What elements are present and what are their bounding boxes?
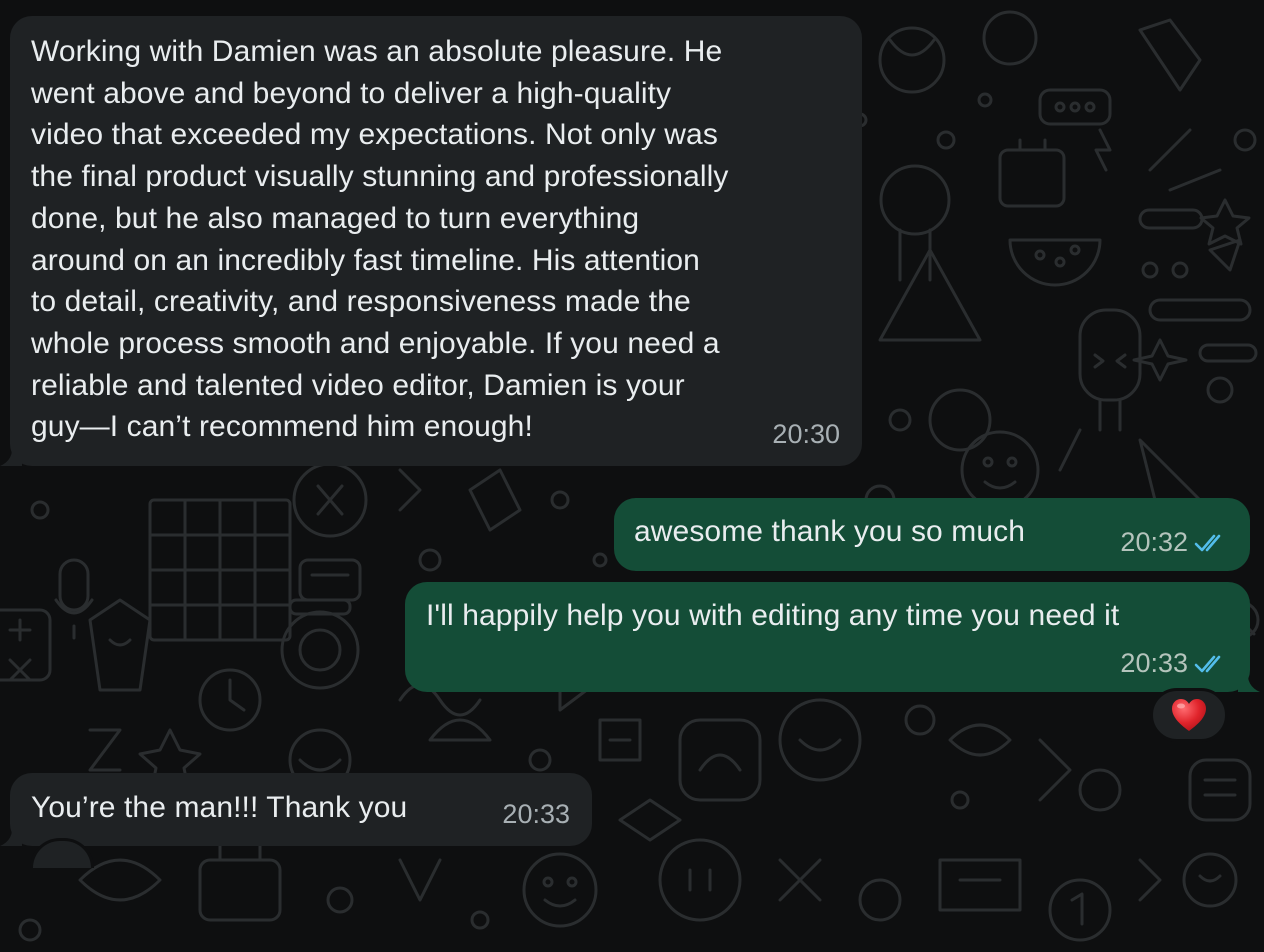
message-text: I'll happily help you with editing any t… — [426, 599, 1120, 632]
heart-icon — [1172, 699, 1206, 731]
message-meta: 20:32 — [1120, 522, 1228, 564]
double-check-icon — [1194, 534, 1221, 552]
message-bubble-outgoing[interactable]: awesome thank you so much 20:32 — [614, 498, 1250, 571]
message-time: 20:30 — [772, 419, 840, 450]
message-meta: 20:33 — [502, 794, 570, 836]
message-text: Working with Damien was an absolute plea… — [31, 35, 729, 444]
message-time: 20:33 — [502, 799, 570, 830]
message-time: 20:32 — [1120, 527, 1188, 558]
bubble-tail — [0, 824, 22, 846]
double-check-icon — [1194, 655, 1221, 673]
bubble-tail — [0, 444, 22, 466]
bubble-tail — [1238, 670, 1260, 692]
message-meta: 20:33 — [1120, 643, 1228, 685]
message-reaction[interactable] — [1150, 688, 1228, 742]
message-bubble-outgoing[interactable]: I'll happily help you with editing any t… — [405, 582, 1260, 692]
message-time: 20:33 — [1120, 648, 1188, 679]
message-bubble-incoming[interactable]: You’re the man!!! Thank you 20:33 — [0, 773, 592, 846]
message-bubble-incoming[interactable]: Working with Damien was an absolute plea… — [0, 16, 862, 466]
message-meta: 20:30 — [772, 414, 840, 456]
